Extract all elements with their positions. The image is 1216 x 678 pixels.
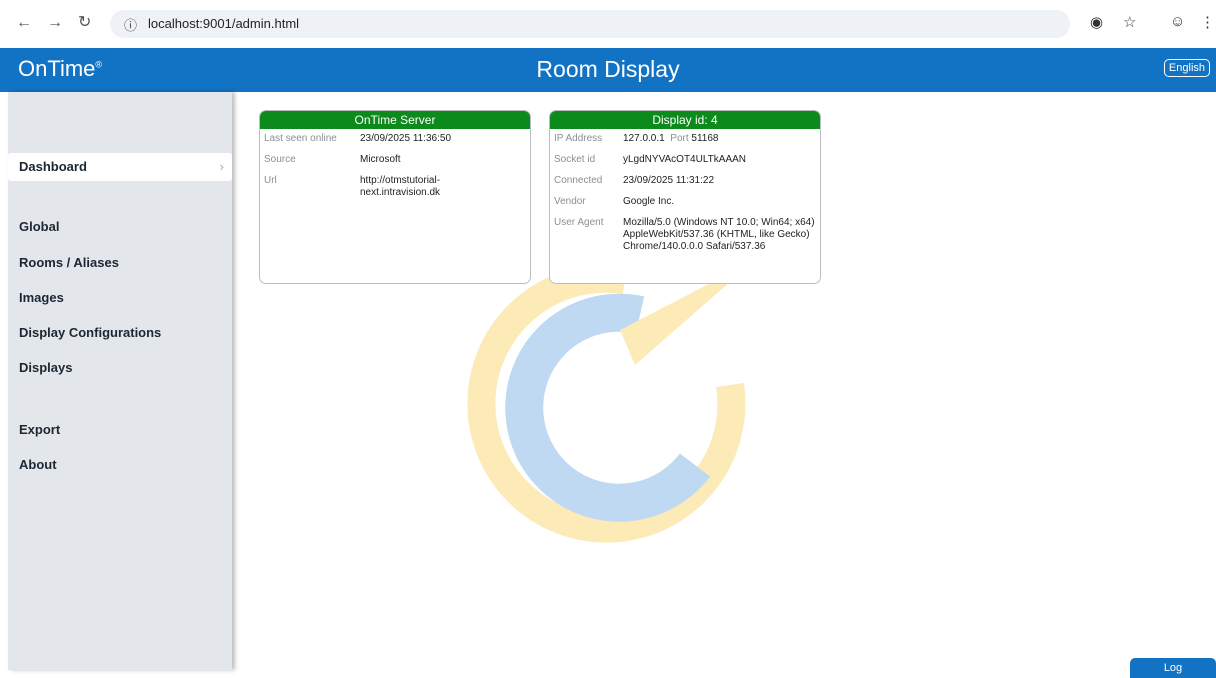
forward-icon[interactable]: → <box>47 13 63 33</box>
app-header: OnTime® Room Display English <box>0 48 1216 92</box>
sidebar-item-dashboard[interactable]: Dashboard › <box>8 153 232 181</box>
chevron-right-icon: › <box>219 159 224 174</box>
row-label: Connected <box>554 175 603 186</box>
profile-icon[interactable]: ☺ <box>1170 13 1185 30</box>
row-value: Microsoft <box>360 154 401 165</box>
info-row: Source Microsoft <box>260 154 530 166</box>
row-label: Last seen online <box>264 133 337 144</box>
sidebar-item-label: Displays <box>19 360 73 375</box>
row-label: Url <box>264 175 277 186</box>
ip-value: 127.0.0.1 <box>623 133 665 144</box>
log-button[interactable]: Log <box>1130 658 1216 678</box>
display-card: Display id: 4 IP Address 127.0.0.1 Port … <box>549 110 821 284</box>
back-icon[interactable]: ← <box>16 13 32 33</box>
card-title: Display id: 4 <box>550 111 820 129</box>
menu-icon[interactable]: ⋮ <box>1200 13 1215 31</box>
language-button[interactable]: English <box>1163 59 1210 77</box>
sidebar-item-label: Rooms / Aliases <box>19 255 119 270</box>
sidebar-item-images[interactable]: Images <box>8 284 232 312</box>
info-row: Connected 23/09/2025 11:31:22 <box>550 175 820 187</box>
sidebar-item-global[interactable]: Global <box>8 213 232 241</box>
sidebar-item-label: Display Configurations <box>19 325 162 340</box>
info-row: Vendor Google Inc. <box>550 196 820 208</box>
browser-toolbar: ← → ↻ ⓘ localhost:9001/admin.html ◉ ☆ ☺ … <box>0 0 1216 48</box>
sidebar-item-export[interactable]: Export <box>8 416 232 444</box>
info-row: Socket id yLgdNYVAcOT4ULTkAAAN <box>550 154 820 166</box>
reload-icon[interactable]: ↻ <box>78 13 91 33</box>
row-value: Mozilla/5.0 (Windows NT 10.0; Win64; x64… <box>623 217 815 252</box>
port-value: 51168 <box>691 133 719 144</box>
sidebar-item-label: Export <box>19 422 61 437</box>
row-label: User Agent <box>554 217 604 228</box>
sidebar-item-label: Global <box>19 219 60 234</box>
row-value: 127.0.0.1 Port 51168 <box>623 133 820 145</box>
star-icon[interactable]: ☆ <box>1123 13 1136 31</box>
info-row: Last seen online 23/09/2025 11:36:50 <box>260 133 530 145</box>
info-row: Url http://otmstutorial- next.intravisio… <box>260 175 530 199</box>
page-title: Room Display <box>536 56 680 82</box>
ontime-watermark-logo <box>467 260 755 543</box>
row-label: Source <box>264 154 296 165</box>
row-label: Socket id <box>554 154 596 165</box>
row-value: 23/09/2025 11:36:50 <box>360 133 452 144</box>
sidebar-item-displays[interactable]: Displays <box>8 354 232 382</box>
address-bar[interactable]: ⓘ localhost:9001/admin.html <box>110 10 1070 38</box>
sidebar-item-label: Dashboard <box>19 159 87 174</box>
card-title: OnTime Server <box>260 111 530 129</box>
row-value: 23/09/2025 11:31:22 <box>623 175 715 186</box>
server-card: OnTime Server Last seen online 23/09/202… <box>259 110 531 284</box>
row-value: yLgdNYVAcOT4ULTkAAAN <box>623 154 747 165</box>
row-label: Vendor <box>554 196 586 207</box>
info-icon[interactable]: ⓘ <box>124 15 137 34</box>
row-label: IP Address <box>554 133 603 144</box>
url-text: localhost:9001/admin.html <box>148 16 300 31</box>
port-label: Port <box>670 133 689 144</box>
info-row: IP Address 127.0.0.1 Port 51168 <box>550 133 820 145</box>
sidebar-item-about[interactable]: About <box>8 451 232 479</box>
info-row: User Agent Mozilla/5.0 (Windows NT 10.0;… <box>550 217 820 253</box>
sidebar-item-display-configurations[interactable]: Display Configurations <box>8 319 232 347</box>
row-value: http://otmstutorial- next.intravision.dk <box>360 175 441 198</box>
sidebar-item-label: About <box>19 457 57 472</box>
key-icon[interactable]: ◉ <box>1090 13 1103 31</box>
row-value: Google Inc. <box>623 196 675 207</box>
sidebar-item-label: Images <box>19 290 64 305</box>
sidebar-item-rooms-aliases[interactable]: Rooms / Aliases <box>8 249 232 277</box>
sidebar: Dashboard › Global Rooms / Aliases Image… <box>8 92 232 670</box>
